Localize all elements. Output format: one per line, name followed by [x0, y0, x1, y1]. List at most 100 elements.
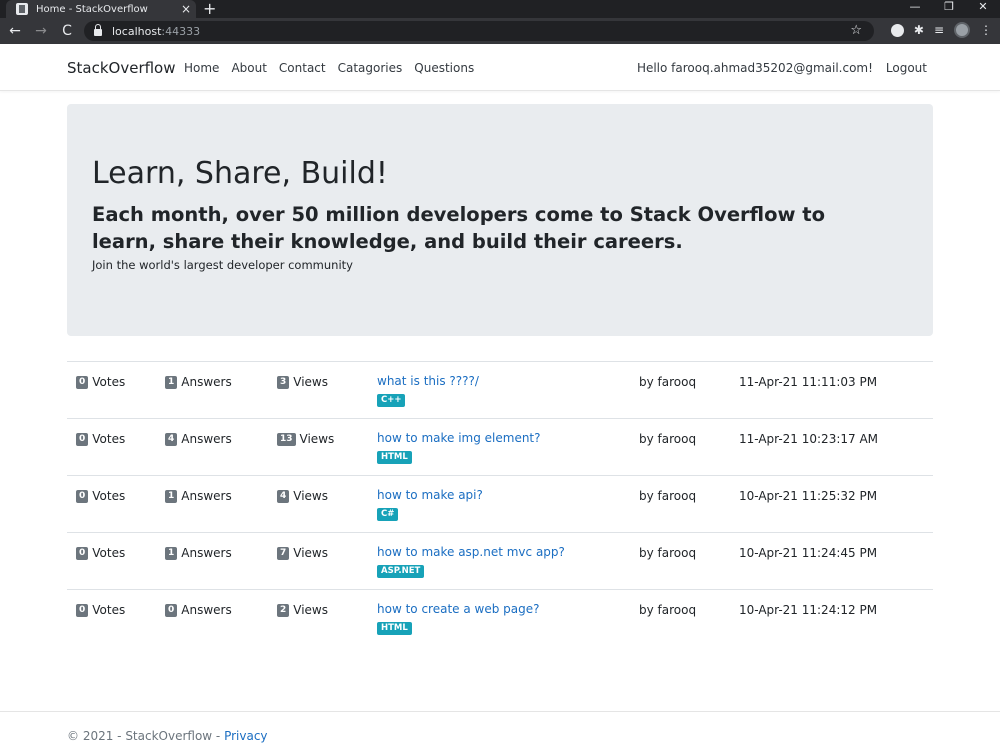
question-author: by farooq — [639, 432, 697, 446]
question-row: 0 Votes 1 Answers 4 Views how to make api? C… — [67, 475, 933, 532]
question-title-cell: how to make api? C# — [377, 488, 483, 521]
window-controls: — ❐ ✕ — [898, 0, 1000, 18]
answers-count: 1 — [165, 546, 178, 560]
answers-count: 1 — [165, 375, 178, 389]
tab-title: Home - StackOverflow — [36, 3, 148, 15]
hero-tagline: Join the world's largest developer commu… — [92, 258, 353, 272]
question-author: by farooq — [639, 546, 697, 560]
user-area: Hello farooq.ahmad35202@gmail.com! Logou… — [637, 61, 927, 75]
address-bar[interactable]: localhost :44333 ☆ — [84, 21, 874, 41]
views-label: Views — [299, 432, 335, 446]
question-date: 10-Apr-21 11:24:12 PM — [739, 603, 878, 617]
browser-tab[interactable]: Home - StackOverflow × — [6, 0, 196, 18]
nav-links: Home About Contact Catagories Questions — [184, 61, 474, 75]
forward-icon[interactable]: → — [30, 23, 52, 39]
answers-cell: 1 Answers — [165, 375, 232, 389]
question-date: 11-Apr-21 10:23:17 AM — [739, 432, 879, 446]
tab-close-icon[interactable]: × — [176, 2, 196, 16]
votes-cell: 0 Votes — [76, 603, 125, 617]
minimize-icon[interactable]: — — [898, 0, 932, 18]
votes-cell: 0 Votes — [76, 432, 125, 446]
views-count: 13 — [277, 432, 296, 446]
votes-count: 0 — [76, 489, 89, 503]
question-tag[interactable]: C# — [377, 508, 399, 521]
question-link[interactable]: what is this ????/ — [377, 374, 479, 388]
votes-label: Votes — [92, 546, 126, 560]
answers-cell: 1 Answers — [165, 546, 232, 560]
views-label: Views — [293, 603, 328, 617]
brand-logo[interactable]: StackOverflow — [67, 59, 176, 77]
views-cell: 7 Views — [277, 546, 328, 560]
footer-copyright: © 2021 - StackOverflow - — [67, 729, 225, 743]
profile-avatar[interactable] — [954, 22, 970, 38]
question-date: 10-Apr-21 11:25:32 PM — [739, 489, 878, 503]
answers-label: Answers — [181, 546, 232, 560]
votes-cell: 0 Votes — [76, 489, 125, 503]
answers-cell: 4 Answers — [165, 432, 232, 446]
hero-title: Learn, Share, Build! — [92, 156, 388, 191]
views-cell: 2 Views — [277, 603, 328, 617]
bookmark-star-icon[interactable]: ☆ — [850, 23, 862, 38]
answers-cell: 0 Answers — [165, 603, 232, 617]
question-link[interactable]: how to make api? — [377, 488, 483, 502]
views-count: 7 — [277, 546, 290, 560]
footer-text: © 2021 - StackOverflow - Privacy — [67, 729, 268, 743]
privacy-link[interactable]: Privacy — [224, 729, 267, 743]
question-tag[interactable]: C++ — [377, 394, 406, 407]
votes-count: 0 — [76, 432, 89, 446]
restore-icon[interactable]: ❐ — [932, 0, 966, 18]
site-navbar: StackOverflow Home About Contact Catagor… — [0, 44, 1000, 91]
new-tab-icon[interactable]: + — [203, 0, 216, 18]
logout-link[interactable]: Logout — [886, 61, 927, 75]
votes-label: Votes — [92, 603, 126, 617]
menu-dots-icon[interactable]: ⋮ — [980, 23, 992, 37]
question-row: 0 Votes 1 Answers 7 Views how to make asp.n… — [67, 532, 933, 589]
question-link[interactable]: how to create a web page? — [377, 602, 539, 616]
nav-catagories[interactable]: Catagories — [338, 61, 403, 75]
views-count: 3 — [277, 375, 290, 389]
votes-count: 0 — [76, 546, 89, 560]
question-title-cell: how to create a web page? HTML — [377, 602, 539, 635]
question-list: 0 Votes 1 Answers 3 Views what is this ????… — [67, 361, 933, 646]
question-title-cell: how to make asp.net mvc app? ASP.NET — [377, 545, 565, 578]
answers-label: Answers — [181, 603, 232, 617]
back-icon[interactable]: ← — [4, 23, 26, 39]
votes-label: Votes — [92, 489, 126, 503]
nav-contact[interactable]: Contact — [279, 61, 326, 75]
question-title-cell: how to make img element? HTML — [377, 431, 541, 464]
question-tag[interactable]: ASP.NET — [377, 565, 425, 578]
reload-icon[interactable]: C — [56, 23, 78, 39]
answers-label: Answers — [181, 432, 232, 446]
votes-cell: 0 Votes — [76, 546, 125, 560]
views-label: Views — [293, 546, 328, 560]
question-tag[interactable]: HTML — [377, 622, 412, 635]
views-cell: 4 Views — [277, 489, 328, 503]
views-cell: 3 Views — [277, 375, 328, 389]
puzzle-icon[interactable]: ✱ — [914, 23, 924, 37]
question-title-cell: what is this ????/ C++ — [377, 374, 479, 407]
nav-about[interactable]: About — [231, 61, 266, 75]
extension-icon[interactable] — [890, 23, 904, 37]
answers-label: Answers — [181, 489, 232, 503]
extension-area: ✱ ≡ ⋮ — [890, 22, 992, 38]
question-link[interactable]: how to make img element? — [377, 431, 541, 445]
url-host: localhost — [112, 24, 162, 38]
votes-label: Votes — [92, 375, 126, 389]
browser-toolbar: ← → C localhost :44333 ☆ ✱ ≡ ⋮ — [0, 18, 1000, 44]
answers-count: 0 — [165, 603, 178, 617]
nav-questions[interactable]: Questions — [414, 61, 474, 75]
user-greeting[interactable]: Hello farooq.ahmad35202@gmail.com! — [637, 61, 873, 75]
question-author: by farooq — [639, 489, 697, 503]
page-favicon-icon — [16, 3, 28, 15]
question-link[interactable]: how to make asp.net mvc app? — [377, 545, 565, 559]
window-close-icon[interactable]: ✕ — [966, 0, 1000, 18]
hero-jumbotron: Learn, Share, Build! Each month, over 50… — [67, 104, 933, 336]
nav-home[interactable]: Home — [184, 61, 219, 75]
question-author: by farooq — [639, 375, 697, 389]
answers-count: 4 — [165, 432, 178, 446]
reading-list-icon[interactable]: ≡ — [934, 23, 944, 37]
views-count: 4 — [277, 489, 290, 503]
votes-count: 0 — [76, 603, 89, 617]
question-date: 10-Apr-21 11:24:45 PM — [739, 546, 878, 560]
question-tag[interactable]: HTML — [377, 451, 412, 464]
